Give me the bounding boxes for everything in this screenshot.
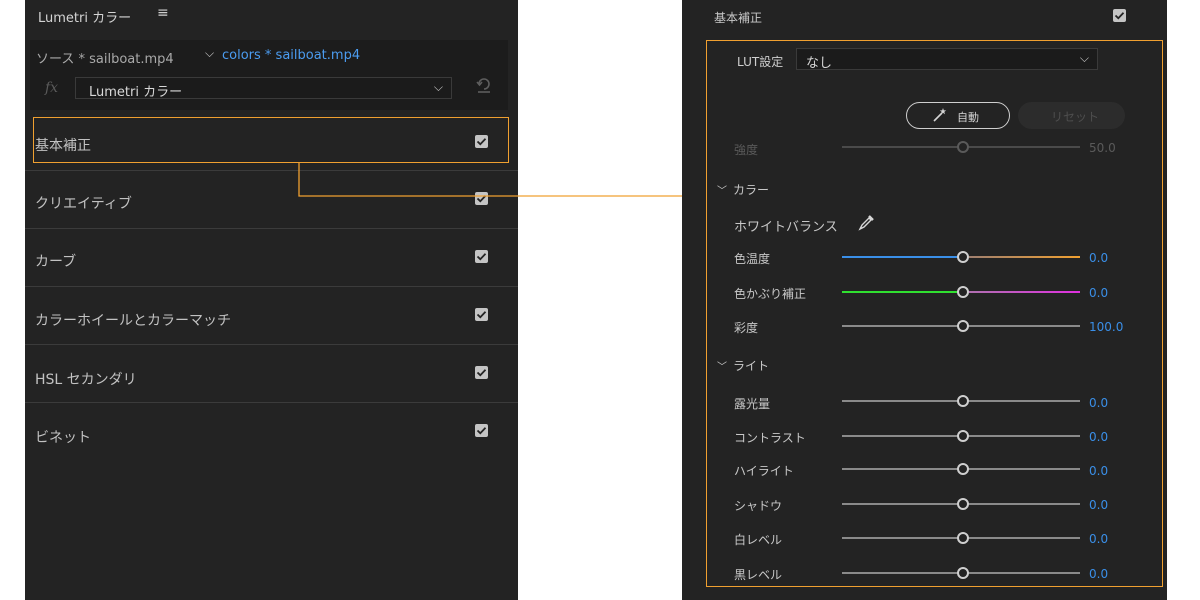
basic-correction-panel: 基本補正 LUT設定 なし ⌵ 自動 リセット 強度 50.0 ﹀ カラー ホワイ… [682, 0, 1167, 600]
section-title: 基本補正 [714, 11, 763, 25]
checkbox[interactable] [1113, 9, 1126, 22]
highlight-box [706, 40, 1163, 587]
